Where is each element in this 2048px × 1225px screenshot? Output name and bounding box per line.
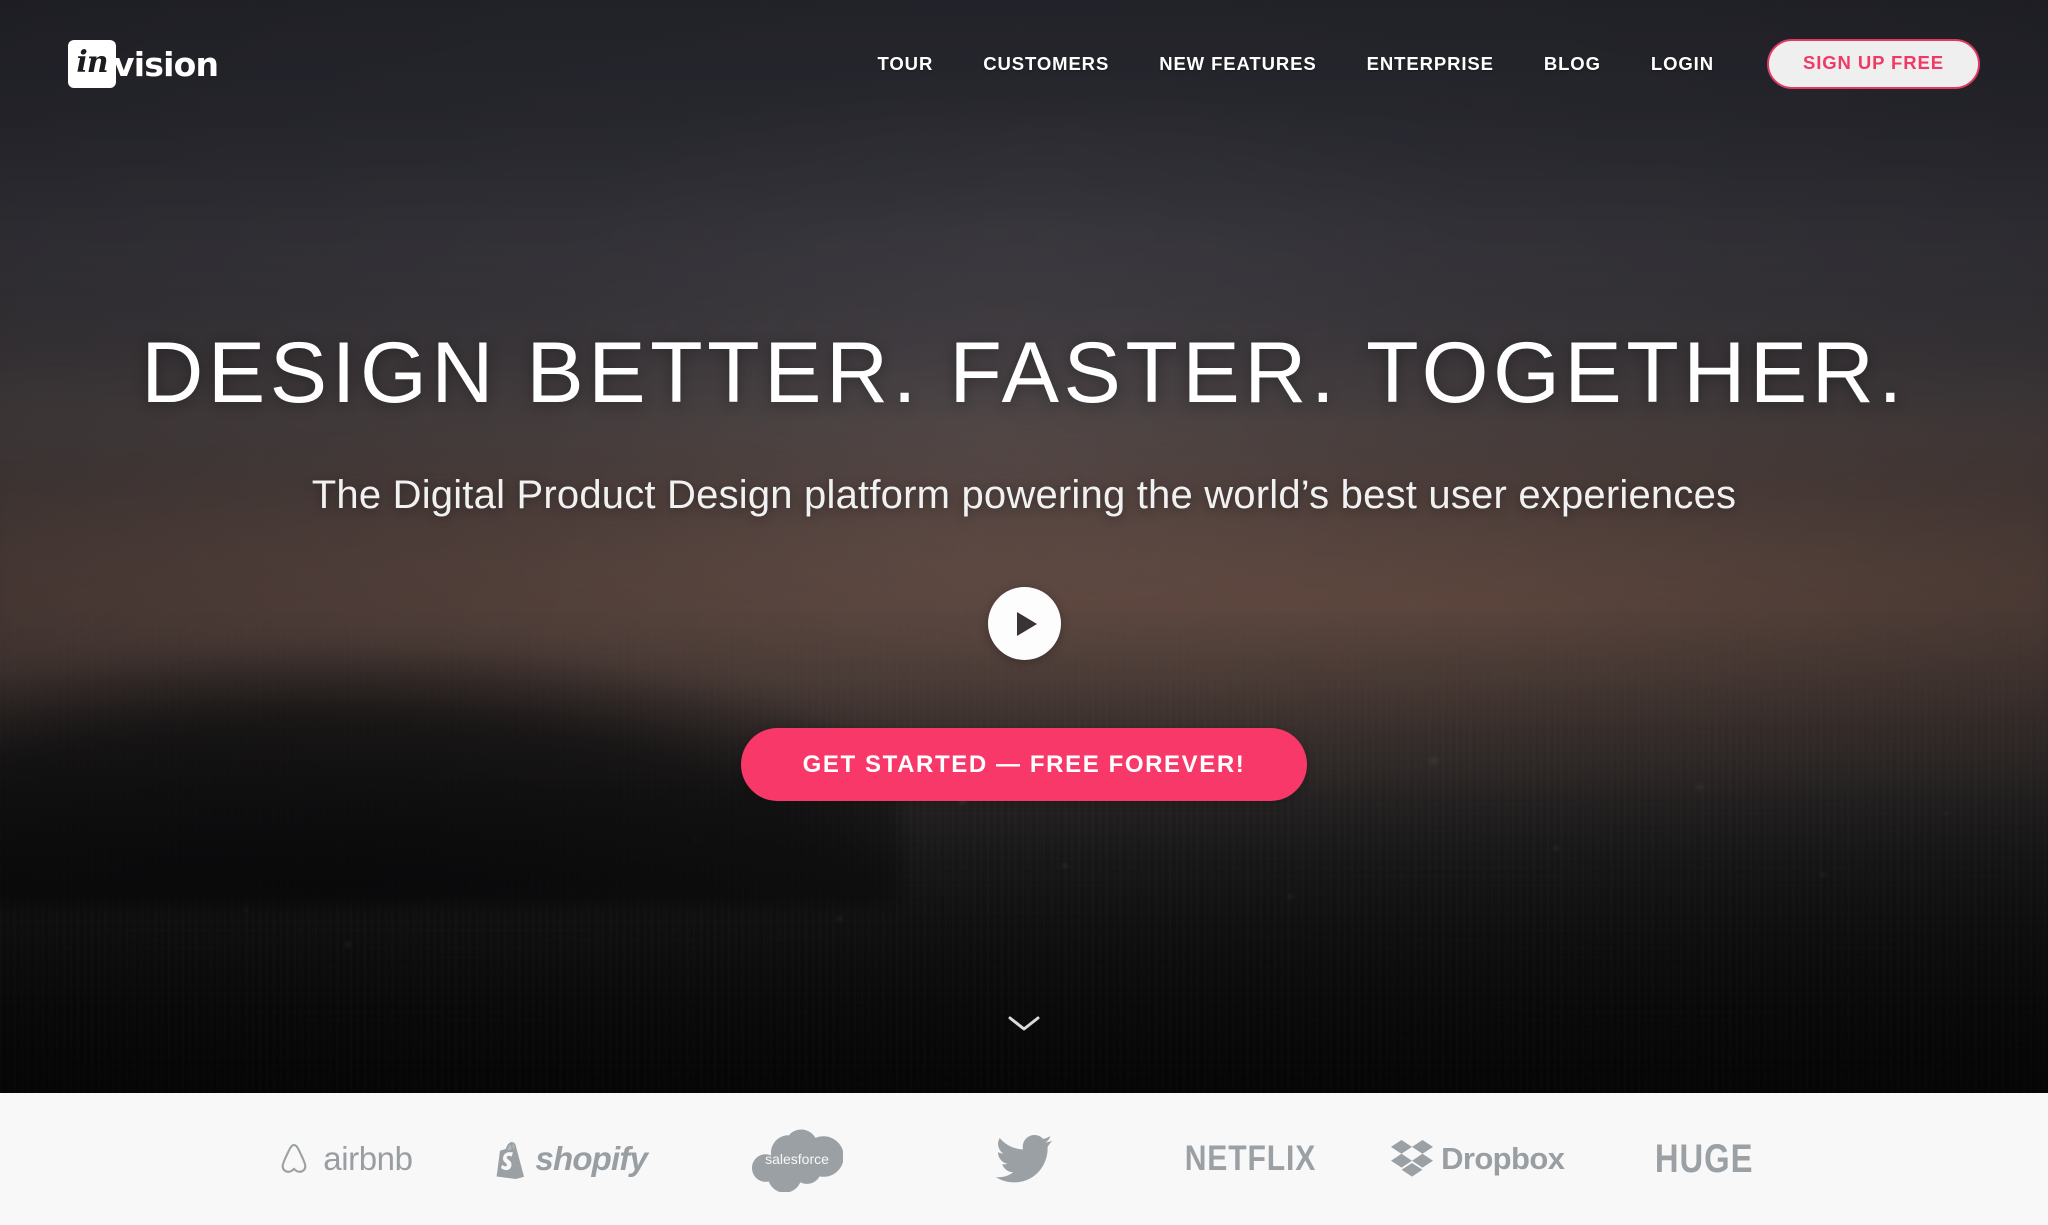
dropbox-wordmark: Dropbox [1441, 1141, 1565, 1176]
brand-logo-shopify[interactable]: shopify [457, 1139, 684, 1179]
brand-logo-twitter[interactable] [911, 1135, 1138, 1183]
svg-text:salesforce: salesforce [765, 1151, 829, 1167]
top-navigation-bar: in vision TOUR CUSTOMERS NEW FEATURES EN… [0, 0, 2048, 128]
hero-content: DESIGN BETTER. FASTER. TOGETHER. The Dig… [0, 0, 2048, 1093]
sign-up-free-button[interactable]: SIGN UP FREE [1766, 39, 1980, 89]
get-started-button[interactable]: GET STARTED — FREE FOREVER! [740, 728, 1308, 801]
nav-link-tour[interactable]: TOUR [853, 53, 959, 75]
brand-logo-netflix[interactable]: NETFLIX [1137, 1139, 1364, 1179]
hero-headline: DESIGN BETTER. FASTER. TOGETHER. [141, 325, 1907, 421]
customer-logo-bar: airbnb shopify salesforce NETFLIX Dropbo… [0, 1093, 2048, 1225]
hero-section: in vision TOUR CUSTOMERS NEW FEATURES EN… [0, 0, 2048, 1093]
netflix-wordmark: NETFLIX [1185, 1139, 1317, 1178]
twitter-bird-icon [996, 1135, 1052, 1183]
play-icon[interactable] [987, 587, 1061, 660]
brand-logo-airbnb[interactable]: airbnb [230, 1139, 457, 1179]
invision-logo-wordmark: vision [113, 44, 219, 84]
brand-logo-salesforce[interactable]: salesforce [684, 1126, 911, 1192]
hero-subheadline: The Digital Product Design platform powe… [311, 473, 1737, 517]
nav-links: TOUR CUSTOMERS NEW FEATURES ENTERPRISE B… [853, 39, 1980, 89]
shopify-bag-icon [493, 1139, 527, 1179]
salesforce-cloud-icon: salesforce [751, 1126, 844, 1192]
nav-link-customers[interactable]: CUSTOMERS [958, 53, 1134, 75]
huge-wordmark: HUGE [1655, 1136, 1754, 1181]
brand-logo-huge[interactable]: HUGE [1591, 1137, 1818, 1182]
nav-link-new-features[interactable]: NEW FEATURES [1134, 53, 1341, 75]
play-triangle-icon [1017, 611, 1037, 636]
airbnb-belo-icon [274, 1139, 314, 1179]
nav-link-blog[interactable]: BLOG [1519, 53, 1626, 75]
invision-logo-mark: in [68, 40, 116, 88]
dropbox-box-icon [1391, 1140, 1434, 1178]
nav-link-enterprise[interactable]: ENTERPRISE [1342, 53, 1519, 75]
nav-link-login[interactable]: LOGIN [1626, 53, 1739, 75]
brand-logo-dropbox[interactable]: Dropbox [1364, 1140, 1591, 1178]
invision-logo[interactable]: in vision [68, 40, 219, 88]
airbnb-wordmark: airbnb [323, 1140, 413, 1177]
shopify-wordmark: shopify [535, 1140, 648, 1177]
